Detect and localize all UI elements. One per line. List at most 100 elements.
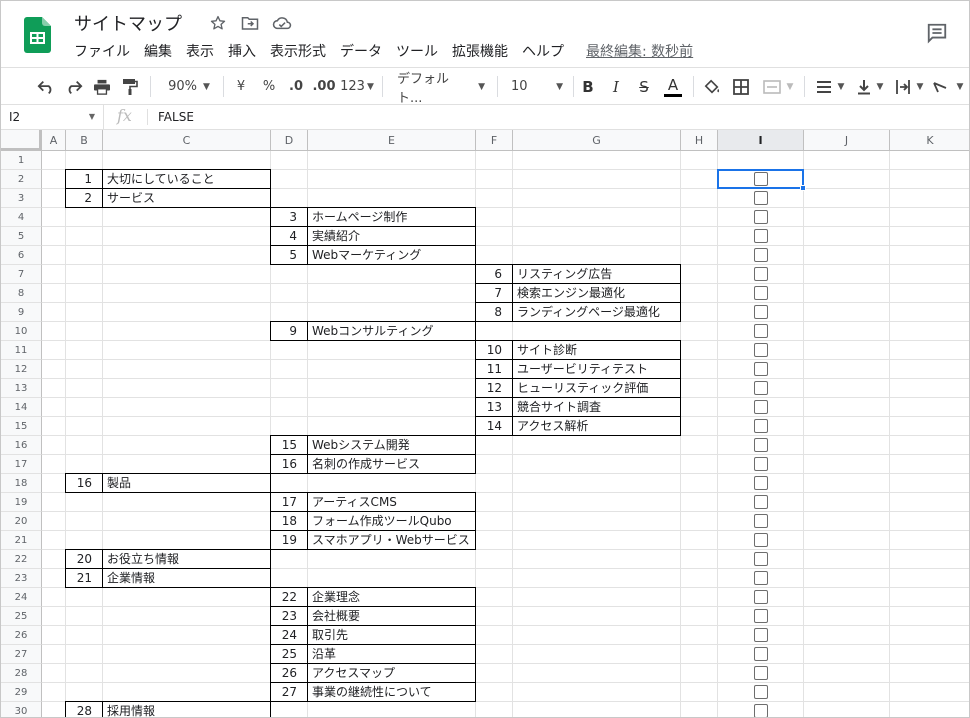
checkbox[interactable] bbox=[754, 514, 768, 528]
checkbox[interactable] bbox=[754, 248, 768, 262]
sheets-logo-icon[interactable] bbox=[24, 17, 51, 53]
checkbox[interactable] bbox=[754, 286, 768, 300]
item-number-cell[interactable]: 19 bbox=[271, 531, 308, 550]
currency-format-button[interactable]: ¥ bbox=[231, 68, 251, 105]
item-number-cell[interactable]: 17 bbox=[271, 493, 308, 512]
item-number-cell[interactable]: 9 bbox=[271, 322, 308, 341]
decrease-decimal-button[interactable]: .0 bbox=[284, 68, 308, 105]
row-header[interactable]: 7 bbox=[1, 265, 42, 284]
page-name-cell[interactable]: 大切にしていること bbox=[103, 170, 271, 189]
page-name-cell[interactable]: サービス bbox=[103, 189, 271, 208]
row-header[interactable]: 23 bbox=[1, 569, 42, 588]
item-number-cell[interactable]: 26 bbox=[271, 664, 308, 683]
checkbox[interactable] bbox=[754, 647, 768, 661]
item-number-cell[interactable]: 28 bbox=[66, 702, 103, 717]
name-box[interactable]: I2 ▼ bbox=[1, 105, 104, 129]
move-folder-icon[interactable] bbox=[239, 13, 261, 33]
row-header[interactable]: 27 bbox=[1, 645, 42, 664]
item-number-cell[interactable]: 22 bbox=[271, 588, 308, 607]
item-number-cell[interactable]: 12 bbox=[476, 379, 513, 398]
menu-extensions[interactable]: 拡張機能 bbox=[445, 41, 515, 63]
checkbox[interactable] bbox=[754, 362, 768, 376]
item-number-cell[interactable]: 25 bbox=[271, 645, 308, 664]
page-name-cell[interactable]: 競合サイト調査 bbox=[513, 398, 681, 417]
bold-button[interactable]: B bbox=[578, 68, 598, 105]
page-name-cell[interactable]: 企業情報 bbox=[103, 569, 271, 588]
checkbox[interactable] bbox=[754, 685, 768, 699]
row-header[interactable]: 6 bbox=[1, 246, 42, 265]
checkbox[interactable] bbox=[754, 666, 768, 680]
column-header[interactable]: G bbox=[513, 130, 681, 151]
item-number-cell[interactable]: 5 bbox=[271, 246, 308, 265]
row-header[interactable]: 11 bbox=[1, 341, 42, 360]
page-name-cell[interactable]: アクセス解析 bbox=[513, 417, 681, 436]
font-size-select[interactable]: 10 ▼ bbox=[507, 68, 567, 105]
checkbox[interactable] bbox=[754, 571, 768, 585]
checkbox[interactable] bbox=[754, 324, 768, 338]
page-name-cell[interactable]: サイト診断 bbox=[513, 341, 681, 360]
checkbox[interactable] bbox=[754, 400, 768, 414]
row-header[interactable]: 8 bbox=[1, 284, 42, 303]
row-header[interactable]: 15 bbox=[1, 417, 42, 436]
vertical-align-icon[interactable]: ▼ bbox=[852, 68, 888, 105]
column-header[interactable]: J bbox=[804, 130, 890, 151]
checkbox[interactable] bbox=[754, 590, 768, 604]
row-header[interactable]: 10 bbox=[1, 322, 42, 341]
row-header[interactable]: 22 bbox=[1, 550, 42, 569]
menu-help[interactable]: ヘルプ bbox=[515, 41, 571, 63]
strikethrough-button[interactable]: S bbox=[634, 68, 654, 105]
merge-cells-icon[interactable]: ▼ bbox=[758, 68, 798, 105]
item-number-cell[interactable]: 2 bbox=[66, 189, 103, 208]
checkbox[interactable] bbox=[754, 229, 768, 243]
checkbox[interactable] bbox=[754, 628, 768, 642]
increase-decimal-button[interactable]: .00 bbox=[312, 68, 336, 105]
row-header[interactable]: 16 bbox=[1, 436, 42, 455]
row-header[interactable]: 26 bbox=[1, 626, 42, 645]
row-header[interactable]: 28 bbox=[1, 664, 42, 683]
row-header[interactable]: 5 bbox=[1, 227, 42, 246]
item-number-cell[interactable]: 24 bbox=[271, 626, 308, 645]
cloud-saved-icon[interactable] bbox=[271, 13, 293, 33]
checkbox[interactable] bbox=[754, 609, 768, 623]
page-name-cell[interactable]: お役立ち情報 bbox=[103, 550, 271, 569]
row-header[interactable]: 24 bbox=[1, 588, 42, 607]
checkbox[interactable] bbox=[754, 419, 768, 433]
text-wrap-icon[interactable]: ▼ bbox=[891, 68, 927, 105]
star-icon[interactable] bbox=[207, 13, 229, 33]
row-header[interactable]: 17 bbox=[1, 455, 42, 474]
select-all-corner[interactable] bbox=[1, 130, 42, 151]
page-name-cell[interactable]: 実績紹介 bbox=[308, 227, 476, 246]
column-header[interactable]: F bbox=[476, 130, 513, 151]
row-header[interactable]: 14 bbox=[1, 398, 42, 417]
last-edit-link[interactable]: 最終編集: 数秒前 bbox=[579, 41, 700, 63]
item-number-cell[interactable]: 18 bbox=[271, 512, 308, 531]
item-number-cell[interactable]: 23 bbox=[271, 607, 308, 626]
row-header[interactable]: 29 bbox=[1, 683, 42, 702]
document-title[interactable]: サイトマップ bbox=[74, 10, 182, 36]
menu-edit[interactable]: 編集 bbox=[137, 41, 179, 63]
page-name-cell[interactable]: ヒューリスティック評価 bbox=[513, 379, 681, 398]
row-header[interactable]: 1 bbox=[1, 151, 42, 170]
checkbox[interactable] bbox=[754, 457, 768, 471]
column-header[interactable]: B bbox=[66, 130, 103, 151]
item-number-cell[interactable]: 1 bbox=[66, 170, 103, 189]
column-header[interactable]: K bbox=[890, 130, 969, 151]
zoom-select[interactable]: 90% ▼ bbox=[161, 68, 217, 105]
item-number-cell[interactable]: 16 bbox=[66, 474, 103, 493]
page-name-cell[interactable]: ホームページ制作 bbox=[308, 208, 476, 227]
column-header[interactable]: C bbox=[103, 130, 271, 151]
page-name-cell[interactable]: ランディングページ最適化 bbox=[513, 303, 681, 322]
column-header[interactable]: D bbox=[271, 130, 308, 151]
item-number-cell[interactable]: 7 bbox=[476, 284, 513, 303]
page-name-cell[interactable]: 検索エンジン最適化 bbox=[513, 284, 681, 303]
page-name-cell[interactable]: Webシステム開発 bbox=[308, 436, 476, 455]
row-header[interactable]: 13 bbox=[1, 379, 42, 398]
comment-history-icon[interactable] bbox=[926, 22, 948, 48]
text-color-button[interactable]: A bbox=[662, 68, 684, 105]
menu-data[interactable]: データ bbox=[333, 41, 389, 63]
item-number-cell[interactable]: 13 bbox=[476, 398, 513, 417]
item-number-cell[interactable]: 11 bbox=[476, 360, 513, 379]
checkbox[interactable] bbox=[754, 343, 768, 357]
menu-format[interactable]: 表示形式 bbox=[263, 41, 333, 63]
item-number-cell[interactable]: 16 bbox=[271, 455, 308, 474]
